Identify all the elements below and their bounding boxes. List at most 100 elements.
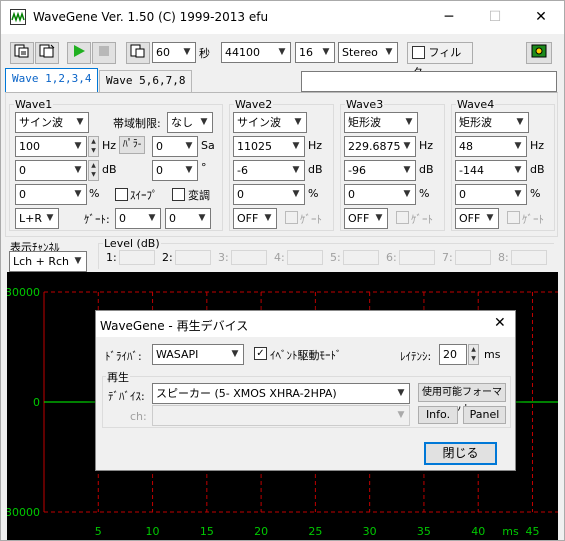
status-field xyxy=(301,71,557,92)
filter-toggle[interactable]: フィルター xyxy=(407,42,473,79)
wave1-level-spinner[interactable]: ▲ ▼ xyxy=(88,160,99,181)
panel-button[interactable]: Panel xyxy=(463,406,506,424)
speaker-button[interactable] xyxy=(526,42,552,64)
stop-button[interactable] xyxy=(92,42,116,64)
tab-wave-1-4[interactable]: Wave 1,2,3,4 xyxy=(5,68,99,92)
display-channel-select[interactable]: Lch + Rch ▼ xyxy=(9,251,87,272)
dialog-title-bar[interactable]: WaveGene - 再生デバイス ✕ xyxy=(96,311,515,337)
title-bar[interactable]: WaveGene Ver. 1.50 (C) 1999-2013 efu ─ ☐… xyxy=(1,1,564,34)
device-settings-icon xyxy=(130,44,145,58)
wave2-state-select[interactable]: OFF ▼ xyxy=(233,208,277,229)
save-file-icon xyxy=(39,44,55,58)
meter-ch2 xyxy=(175,250,211,265)
minimize-button[interactable]: ─ xyxy=(426,1,472,34)
wave3-offset-input[interactable]: 0 ▼ xyxy=(344,184,416,205)
device-button[interactable] xyxy=(126,42,150,64)
level-label: Level (dB) xyxy=(103,237,161,250)
save-button[interactable] xyxy=(35,42,59,64)
wave2-gate-checkbox[interactable] xyxy=(285,211,298,224)
meter-ch8 xyxy=(511,250,547,265)
formats-button[interactable]: 使用可能フォーマット xyxy=(418,383,506,415)
device-select[interactable]: スピーカー (5- XMOS XHRA-2HPA) ▼ xyxy=(152,383,410,404)
wave1-phase-input[interactable]: 0 ▼ xyxy=(152,160,198,181)
wave1-sa-input[interactable]: 0 ▼ xyxy=(152,136,198,157)
chevron-down-icon: ▼ xyxy=(292,165,300,175)
close-button[interactable]: ✕ xyxy=(518,1,564,34)
wave1-gate1-select[interactable]: 0 ▼ xyxy=(115,208,161,229)
wave1-freq-spinner[interactable]: ▲ ▼ xyxy=(88,136,99,157)
samplerate-select[interactable]: 44100 ▼ xyxy=(221,42,291,63)
wave1-sa-value: 0 xyxy=(156,140,163,153)
bandlimit-select[interactable]: なし ▼ xyxy=(167,112,213,133)
wave2-offset-input[interactable]: 0 ▼ xyxy=(233,184,305,205)
open-button[interactable] xyxy=(10,42,34,64)
chevron-down-icon: ▼ xyxy=(514,141,522,151)
wave4-offset-input[interactable]: 0 ▼ xyxy=(455,184,527,205)
sweep-checkbox[interactable] xyxy=(115,188,128,201)
wave2-level-unit: dB xyxy=(308,163,323,176)
wave4-gate-checkbox[interactable] xyxy=(507,211,520,224)
wave3-gate-checkbox[interactable] xyxy=(396,211,409,224)
channel-value: Stereo xyxy=(342,46,378,59)
ch-select[interactable]: ▼ xyxy=(152,405,410,426)
wave1-freq-input[interactable]: 100 ▼ xyxy=(15,136,87,157)
chevron-down-icon: ▼ xyxy=(185,141,193,151)
wave1-gate2-select[interactable]: 0 ▼ xyxy=(165,208,211,229)
wave3-level-input[interactable]: -96 ▼ xyxy=(344,160,416,181)
wave4-level-input[interactable]: -144 ▼ xyxy=(455,160,527,181)
wave1-offset-input[interactable]: 0 ▼ xyxy=(15,184,87,205)
display-channel-value: Lch + Rch xyxy=(13,255,70,268)
driver-value: WASAPI xyxy=(156,348,199,361)
x-tick-label: 40 xyxy=(471,525,485,538)
chevron-down-icon: ▼ xyxy=(516,117,524,127)
wave2-waveform-select[interactable]: サイン波 ▼ xyxy=(233,112,307,133)
y-tick-label: 30000 xyxy=(7,286,40,299)
wave2-freq-input[interactable]: 11025 ▼ xyxy=(233,136,305,157)
wave3-level-value: -96 xyxy=(348,164,366,177)
dialog-close-icon[interactable]: ✕ xyxy=(494,315,506,331)
wave3-freq-input[interactable]: 229.6875 ▼ xyxy=(344,136,416,157)
dialog-close-button[interactable]: 閉じる xyxy=(424,442,497,465)
event-mode-checkbox[interactable]: ✓ xyxy=(254,347,267,360)
wave1-label: Wave1 xyxy=(14,98,54,111)
chevron-down-icon: ▼ xyxy=(292,189,300,199)
bits-select[interactable]: 16 ▼ xyxy=(295,42,335,63)
wave2-waveform-value: サイン波 xyxy=(237,116,281,129)
maximize-button[interactable]: ☐ xyxy=(472,1,518,34)
wave4-freq-input[interactable]: 48 ▼ xyxy=(455,136,527,157)
chevron-down-icon: ▼ xyxy=(148,213,156,223)
chevron-down-icon: ▼ xyxy=(294,117,302,127)
wave2-offset-unit: % xyxy=(308,187,319,200)
wave3-state-select[interactable]: OFF ▼ xyxy=(344,208,388,229)
duration-select[interactable]: 60 ▼ xyxy=(152,42,196,63)
mod-checkbox[interactable] xyxy=(172,188,185,201)
wave4-freq-value: 48 xyxy=(459,140,473,153)
chevron-down-icon: ▼ xyxy=(74,165,82,175)
wave2-level-input[interactable]: -6 ▼ xyxy=(233,160,305,181)
wave1-waveform-select[interactable]: サイン波 ▼ xyxy=(15,112,89,133)
latency-input[interactable]: 20 xyxy=(439,344,467,365)
wave2-offset-value: 0 xyxy=(237,188,244,201)
wave4-state-select[interactable]: OFF ▼ xyxy=(455,208,499,229)
play-button[interactable] xyxy=(67,42,91,64)
meter-ch6-label: 6: xyxy=(386,251,397,264)
wave1-gate1-value: 0 xyxy=(119,212,126,225)
dialog-title: WaveGene - 再生デバイス xyxy=(100,319,249,333)
latency-spinner[interactable]: ▲ ▼ xyxy=(468,344,479,365)
wave3-offset-unit: % xyxy=(419,187,430,200)
info-button[interactable]: Info. xyxy=(418,406,458,424)
channel-select[interactable]: Stereo ▼ xyxy=(338,42,398,63)
tab-wave-5-8[interactable]: Wave 5,6,7,8 xyxy=(99,70,193,92)
mod-label: 変調 xyxy=(188,189,210,202)
wave1-level-input[interactable]: 0 ▼ xyxy=(15,160,87,181)
wave3-waveform-value: 矩形波 xyxy=(348,116,381,129)
wave1-route-select[interactable]: L+R ▼ xyxy=(15,208,59,229)
wave4-waveform-select[interactable]: 矩形波 ▼ xyxy=(455,112,529,133)
x-tick-label: 20 xyxy=(254,525,268,538)
wave3-waveform-select[interactable]: 矩形波 ▼ xyxy=(344,112,418,133)
filter-checkbox[interactable] xyxy=(412,45,425,59)
param-button[interactable]: ﾊﾟﾗ- xyxy=(119,136,145,154)
driver-select[interactable]: WASAPI ▼ xyxy=(152,344,244,365)
wave3-level-unit: dB xyxy=(419,163,434,176)
wave4-level-unit: dB xyxy=(530,163,545,176)
